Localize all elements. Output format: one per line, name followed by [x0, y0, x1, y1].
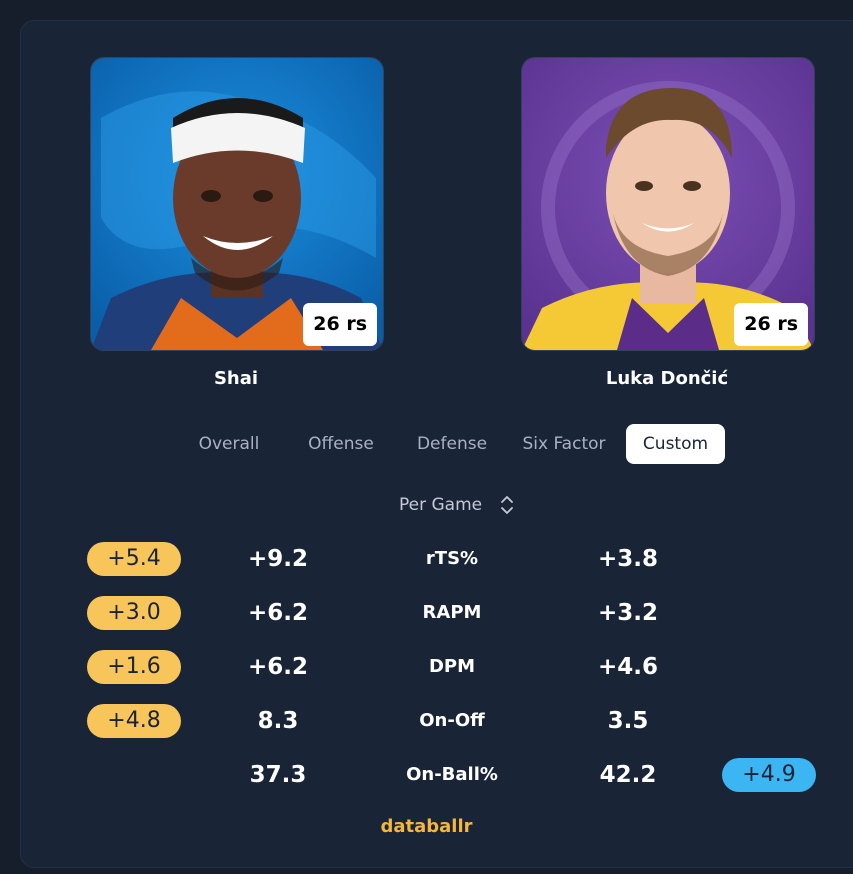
- stat-row: 37.3 On-Ball% 42.2 +4.9: [0, 755, 853, 795]
- player2-stat-value: +4.6: [597, 654, 658, 680]
- tab-offense[interactable]: Offense: [294, 424, 388, 464]
- player1-stat-value: 8.3: [257, 708, 299, 734]
- player1-advantage-pill: +5.4: [87, 542, 181, 576]
- stat-row: +1.6 +6.2 DPM +4.6: [0, 647, 853, 687]
- databallr-logo[interactable]: databallr: [0, 816, 853, 837]
- player2-name[interactable]: Luka Dončić: [521, 368, 813, 389]
- player1-badge: 26 rs: [303, 303, 377, 346]
- stat-label: DPM: [428, 656, 476, 677]
- player1-photo[interactable]: 26 rs: [90, 57, 384, 351]
- stat-row: +4.8 8.3 On-Off 3.5: [0, 701, 853, 741]
- per-mode-value: Per Game: [399, 495, 483, 515]
- stat-label: RAPM: [422, 602, 482, 623]
- player2-stat-value: +3.8: [597, 546, 658, 572]
- stat-label: On-Ball%: [406, 764, 498, 785]
- player1-advantage-pill: +4.8: [87, 704, 181, 738]
- player1-advantage-pill: +1.6: [87, 650, 181, 684]
- player1-stat-value: +6.2: [247, 654, 308, 680]
- tab-custom[interactable]: Custom: [626, 424, 725, 464]
- tab-overall[interactable]: Overall: [182, 424, 276, 464]
- player1-stat-value: 37.3: [249, 762, 307, 788]
- tab-defense[interactable]: Defense: [405, 424, 499, 464]
- player2-advantage-pill: +4.9: [722, 758, 816, 792]
- stat-label: rTS%: [425, 548, 479, 569]
- player2-photo[interactable]: 26 rs: [521, 57, 815, 351]
- player1-stat-value: +6.2: [247, 600, 308, 626]
- player1-advantage-pill: +3.0: [87, 596, 181, 630]
- tab-six-factor[interactable]: Six Factor: [515, 424, 613, 464]
- player1-stat-value: +9.2: [247, 546, 308, 572]
- stat-category-tabs: Overall Offense Defense Six Factor Custo…: [0, 424, 853, 464]
- stat-row: +5.4 +9.2 rTS% +3.8: [0, 539, 853, 579]
- chevron-updown-icon: [500, 495, 514, 523]
- player2-stat-value: 3.5: [607, 708, 649, 734]
- per-mode-select[interactable]: Per Game: [390, 492, 520, 518]
- player2-stat-value: +3.2: [597, 600, 658, 626]
- stat-row: +3.0 +6.2 RAPM +3.2: [0, 593, 853, 633]
- player2-badge: 26 rs: [734, 303, 808, 346]
- stat-label: On-Off: [419, 710, 485, 731]
- player2-stat-value: 42.2: [599, 762, 657, 788]
- player1-name[interactable]: Shai: [90, 368, 382, 389]
